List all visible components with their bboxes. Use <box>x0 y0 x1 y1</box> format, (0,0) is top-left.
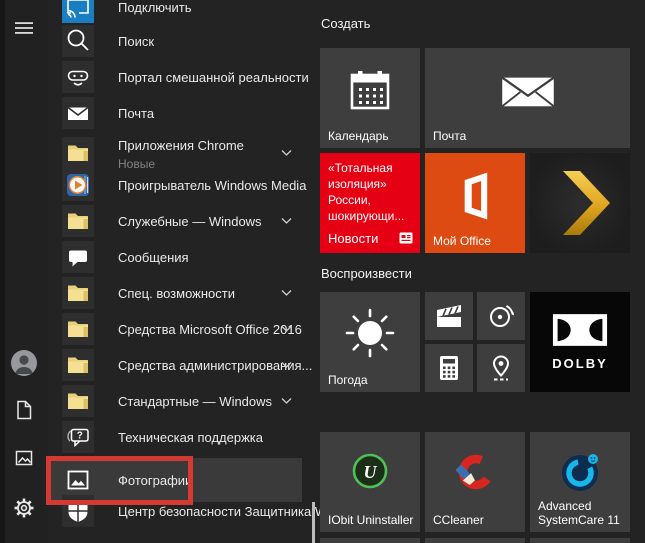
app-label: Приложения Chrome <box>118 137 244 153</box>
app-item-mail[interactable]: Почта <box>48 95 302 131</box>
chevron-down-icon[interactable] <box>281 362 292 369</box>
app-item-mixed-reality[interactable]: Портал смешанной реальности <box>48 59 309 95</box>
app-label: Проигрыватель Windows Media <box>118 177 307 193</box>
start-menu: Подключить Поиск Портал смешанной реальн… <box>0 0 645 543</box>
gear-icon <box>13 497 35 524</box>
plex-chevron-icon <box>530 153 630 253</box>
chevron-down-icon[interactable] <box>281 290 292 297</box>
tile-label: Advanced SystemCare 11 <box>538 499 620 527</box>
chevron-down-icon[interactable] <box>281 398 292 405</box>
app-label: Поиск <box>118 33 155 49</box>
app-label: Почта <box>118 105 155 121</box>
windows-media-player-icon <box>62 169 94 201</box>
clapperboard-icon <box>425 292 473 340</box>
svg-text:?: ? <box>77 431 83 442</box>
tile-calculator[interactable] <box>425 344 473 392</box>
app-label: Подключить <box>118 0 192 15</box>
tiles-scrollbar[interactable] <box>312 502 315 543</box>
tile-label: Мой Office <box>433 234 491 248</box>
app-label: Стандартные — Windows <box>118 393 273 409</box>
app-item-connect[interactable]: Подключить <box>48 0 302 25</box>
tile-label: IObit Uninstaller <box>328 513 414 527</box>
app-item-search[interactable]: Поиск <box>48 23 302 59</box>
app-item-office-tools[interactable]: Средства Microsoft Office 2016 <box>48 311 302 347</box>
support-bubble-icon: ? <box>62 421 94 453</box>
app-label: Техническая поддержка <box>118 429 263 445</box>
tile-news[interactable]: «Тотальная изоляция» России, шокирующи..… <box>320 153 420 253</box>
app-label: Центр безопасности Защитника W... <box>118 503 338 519</box>
hamburger-icon <box>14 18 34 43</box>
pictures-button[interactable] <box>8 444 40 476</box>
app-item-windows-system[interactable]: Служебные — Windows <box>48 203 302 239</box>
rail-edge <box>0 0 5 543</box>
dolby-logo-icon <box>552 313 608 352</box>
tile-weather[interactable]: Погода <box>320 292 420 392</box>
user-button[interactable] <box>8 349 40 381</box>
tile-label: Почта <box>433 129 467 143</box>
cast-icon <box>62 0 94 23</box>
tile-label: Календарь <box>328 129 389 143</box>
section-header-play: Воспроизвести <box>321 266 412 281</box>
tile-label: Новости <box>328 231 379 246</box>
tile-movies-tv[interactable] <box>425 292 473 340</box>
message-bubble-icon <box>62 241 94 273</box>
document-icon <box>13 399 35 426</box>
documents-button[interactable] <box>8 396 40 428</box>
app-item-wmp[interactable]: Проигрыватель Windows Media <box>48 167 306 203</box>
tile-my-office[interactable]: Мой Office <box>425 153 525 253</box>
mail-icon <box>62 97 94 129</box>
annotation-red-box <box>46 456 193 505</box>
tile-iobit-uninstaller[interactable]: U IObit Uninstaller <box>320 432 420 532</box>
search-icon <box>62 25 94 57</box>
chevron-down-icon[interactable] <box>281 218 292 225</box>
app-item-tech-support[interactable]: ? Техническая поддержка <box>48 419 302 455</box>
disc-icon <box>477 292 525 340</box>
app-label: Средства Microsoft Office 2016 <box>118 321 302 337</box>
news-headline: «Тотальная изоляция» России, шокирующи..… <box>328 161 405 223</box>
tile-maps[interactable] <box>477 344 525 392</box>
tile-advanced-systemcare[interactable]: Advanced SystemCare 11 <box>530 432 630 532</box>
map-pin-icon <box>477 344 525 392</box>
folder-icon <box>62 205 94 237</box>
app-label: Сообщения <box>118 249 189 265</box>
menu-button[interactable] <box>8 14 40 46</box>
app-label: Служебные — Windows <box>118 213 262 229</box>
tile-label: CCleaner <box>433 513 484 527</box>
calculator-icon <box>425 344 473 392</box>
app-item-messages[interactable]: Сообщения <box>48 239 302 275</box>
folder-icon <box>62 277 94 309</box>
tile-ccleaner[interactable]: CCleaner <box>425 432 525 532</box>
svg-text:U: U <box>364 462 378 482</box>
pictures-icon <box>13 447 35 474</box>
app-item-ease-of-access[interactable]: Спец. возможности <box>48 275 302 311</box>
mixed-reality-goggles-icon <box>62 61 94 93</box>
avatar-icon <box>10 349 38 382</box>
folder-icon <box>62 137 94 169</box>
tile-plex[interactable] <box>530 153 630 253</box>
chevron-down-icon[interactable] <box>281 326 292 333</box>
app-label: Портал смешанной реальности <box>118 69 309 85</box>
tile-partial[interactable] <box>530 538 630 543</box>
folder-icon <box>62 313 94 345</box>
app-item-windows-accessories[interactable]: Стандартные — Windows <box>48 383 302 419</box>
tile-music-disc[interactable] <box>477 292 525 340</box>
folder-icon <box>62 349 94 381</box>
settings-button[interactable] <box>8 494 40 526</box>
tile-calendar[interactable]: Календарь <box>320 48 420 148</box>
news-icon <box>399 232 413 244</box>
section-header-create: Создать <box>321 16 371 31</box>
tile-mail[interactable]: Почта <box>425 48 630 148</box>
chevron-down-icon[interactable] <box>281 150 292 157</box>
tile-label: Погода <box>328 373 368 387</box>
tile-partial[interactable] <box>320 538 420 543</box>
nav-rail <box>0 0 48 543</box>
tile-partial[interactable] <box>425 538 525 543</box>
app-list: Подключить Поиск Портал смешанной реальн… <box>46 0 337 543</box>
app-label: Спец. возможности <box>118 285 235 301</box>
folder-icon <box>62 385 94 417</box>
tile-dolby[interactable]: DOLBY <box>530 292 630 392</box>
dolby-wordmark: DOLBY <box>552 356 608 371</box>
app-item-admin-tools[interactable]: Средства администрирования... <box>48 347 312 383</box>
